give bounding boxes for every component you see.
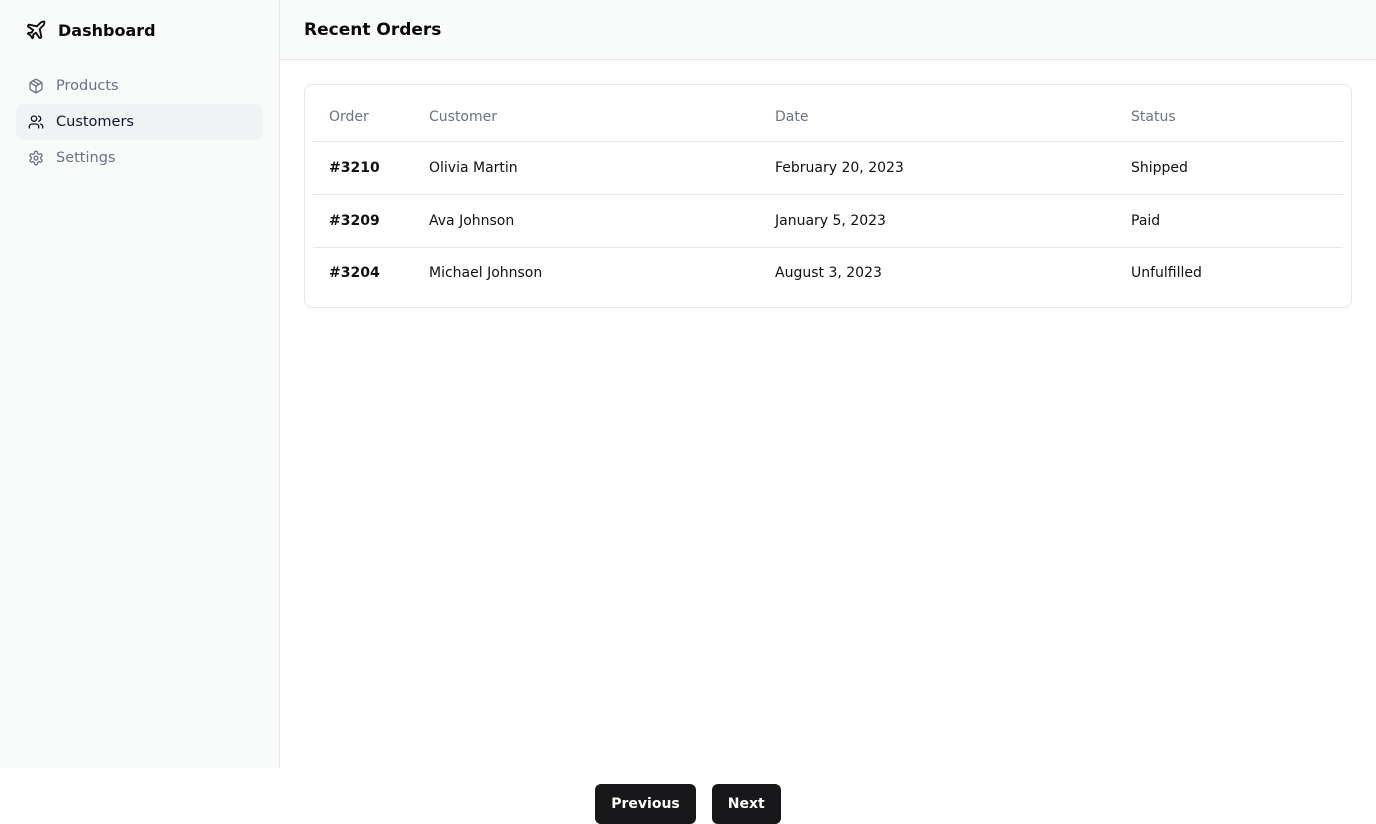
order-id-cell: #3209	[313, 194, 413, 248]
table-header-row: Order Customer Date Status	[313, 93, 1343, 142]
customer-cell: Michael Johnson	[429, 265, 543, 282]
pagination: Previous Next	[0, 784, 1376, 824]
customer-cell: Ava Johnson	[413, 194, 759, 248]
table-row[interactable]: #3204 Michael Johnson August 3, 2023 Unf…	[313, 247, 1343, 299]
sidebar-item-customers[interactable]: Customers	[16, 104, 263, 140]
table-row[interactable]: #3210 Olivia Martin February 20, 2023 Sh…	[313, 141, 1343, 195]
date-cell: January 5, 2023	[759, 194, 1115, 248]
top-bar: Recent Orders	[280, 0, 1376, 60]
page-title: Recent Orders	[304, 19, 442, 40]
orders-table: Order Customer Date Status #3210 Olivia …	[313, 93, 1343, 299]
sidebar-nav: Products Customers Settings	[16, 68, 263, 176]
sidebar-item-settings[interactable]: Settings	[16, 140, 263, 176]
package-icon	[28, 78, 44, 94]
sidebar-item-label: Products	[56, 78, 119, 94]
order-id-cell: #3210	[313, 141, 413, 195]
table-row[interactable]: #3209 Ava Johnson January 5, 2023 Paid	[313, 194, 1343, 248]
main-content: Recent Orders Order Customer Date Status	[280, 0, 1376, 768]
status-cell: Shipped	[1115, 141, 1343, 195]
date-cell: February 20, 2023	[759, 141, 1115, 195]
column-header-customer: Customer	[413, 93, 759, 142]
customer-cell: Olivia Martin	[413, 141, 759, 195]
next-button[interactable]: Next	[711, 784, 781, 824]
orders-card: Order Customer Date Status #3210 Olivia …	[304, 84, 1352, 308]
status-cell: Paid	[1115, 194, 1343, 248]
order-id-cell: #3204	[329, 265, 380, 282]
column-header-date: Date	[759, 93, 1115, 142]
brand[interactable]: Dashboard	[16, 0, 263, 60]
date-cell: August 3, 2023	[775, 265, 882, 282]
column-header-status: Status	[1115, 93, 1343, 142]
column-header-order: Order	[313, 93, 413, 142]
sidebar-item-products[interactable]: Products	[16, 68, 263, 104]
users-icon	[28, 114, 44, 130]
gear-icon	[28, 150, 44, 166]
sidebar: Dashboard Products Customers Settings	[0, 0, 280, 768]
app-layout: Dashboard Products Customers Settings Re…	[0, 0, 1376, 768]
sidebar-item-label: Settings	[56, 150, 116, 166]
content-area: Order Customer Date Status #3210 Olivia …	[280, 60, 1376, 332]
previous-button[interactable]: Previous	[595, 784, 696, 824]
plane-icon	[24, 18, 48, 42]
sidebar-item-label: Customers	[56, 114, 134, 130]
status-cell: Unfulfilled	[1131, 265, 1202, 282]
brand-title: Dashboard	[58, 20, 156, 40]
